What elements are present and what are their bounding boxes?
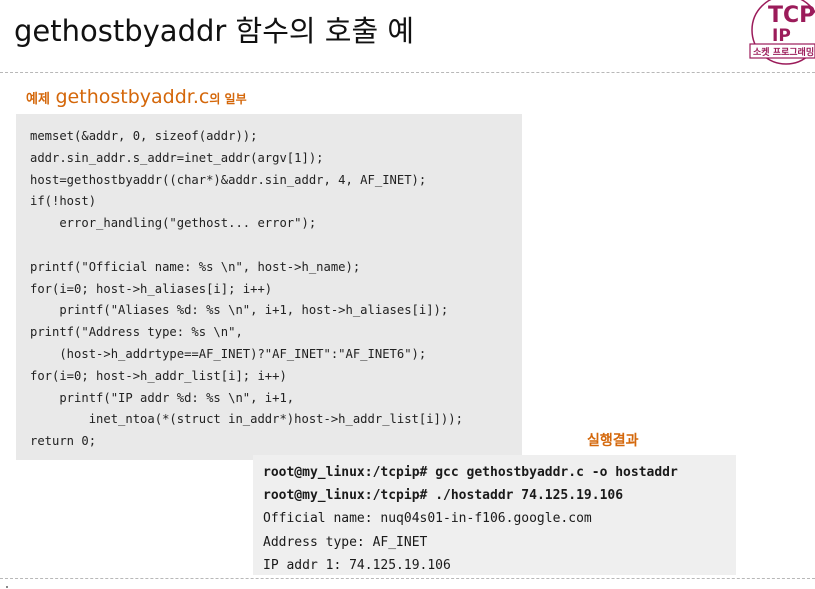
- code-line: host=gethostbyaddr((char*)&addr.sin_addr…: [30, 172, 427, 187]
- example-label-filename: gethostbyaddr.c: [55, 86, 210, 108]
- code-line: inet_ntoa(*(struct in_addr*)host->h_addr…: [30, 412, 463, 427]
- code-line: error_handling("gethost... error");: [30, 216, 317, 231]
- code-line: printf("IP addr %d: %s \n", i+1,: [30, 390, 295, 405]
- terminal-output-line: IP addr 1: 74.125.19.106: [263, 557, 451, 573]
- example-label-suffix: 의 일부: [209, 92, 247, 106]
- code-line: for(i=0; host->h_addr_list[i]; i++): [30, 368, 287, 383]
- terminal-output-line: Address type: AF_INET: [263, 534, 428, 550]
- footer-divider: [0, 578, 815, 579]
- prompt: root@my_linux:/tcpip#: [263, 488, 428, 504]
- code-listing: memset(&addr, 0, sizeof(addr)); addr.sin…: [30, 126, 463, 453]
- tcp-ip-logo: TCP IP 소켓 프로그래밍: [749, 0, 815, 65]
- terminal-line-2: root@my_linux:/tcpip# ./hostaddr 74.125.…: [263, 488, 623, 503]
- logo-line2: IP: [772, 26, 791, 46]
- terminal-output-line: Official name: nuq04s01-in-f106.google.c…: [263, 511, 592, 527]
- code-line: (host->h_addrtype==AF_INET)?"AF_INET":"A…: [30, 346, 427, 361]
- example-label-prefix: 예제: [26, 92, 50, 107]
- result-label: 실행결과: [587, 433, 639, 449]
- code-line: if(!host): [30, 194, 97, 209]
- terminal-line-1: root@my_linux:/tcpip# gcc gethostbyaddr.…: [263, 465, 678, 480]
- example-label: 예제 gethostbyaddr.c의 일부: [26, 86, 247, 108]
- logo-line1: TCP: [768, 3, 815, 28]
- terminal-text: root@my_linux:/tcpip# gcc gethostbyaddr.…: [263, 461, 678, 577]
- page-title: gethostbyaddr 함수의 호출 예: [14, 14, 415, 48]
- code-line: for(i=0; host->h_aliases[i]; i++): [30, 281, 273, 296]
- command: gcc gethostbyaddr.c -o hostaddr: [435, 465, 678, 480]
- code-line: printf("Official name: %s \n", host->h_n…: [30, 259, 361, 274]
- code-line: printf("Aliases %d: %s \n", i+1, host->h…: [30, 303, 449, 318]
- logo-line3: 소켓 프로그래밍: [753, 46, 814, 58]
- header-divider: [0, 72, 815, 73]
- code-line: printf("Address type: %s \n",: [30, 325, 243, 340]
- code-line: return 0;: [30, 434, 97, 449]
- corner-mark: [6, 586, 8, 588]
- code-line: memset(&addr, 0, sizeof(addr));: [30, 129, 258, 143]
- prompt: root@my_linux:/tcpip#: [263, 465, 428, 480]
- code-line: addr.sin_addr.s_addr=inet_addr(argv[1]);: [30, 150, 324, 165]
- command: ./hostaddr 74.125.19.106: [435, 488, 624, 504]
